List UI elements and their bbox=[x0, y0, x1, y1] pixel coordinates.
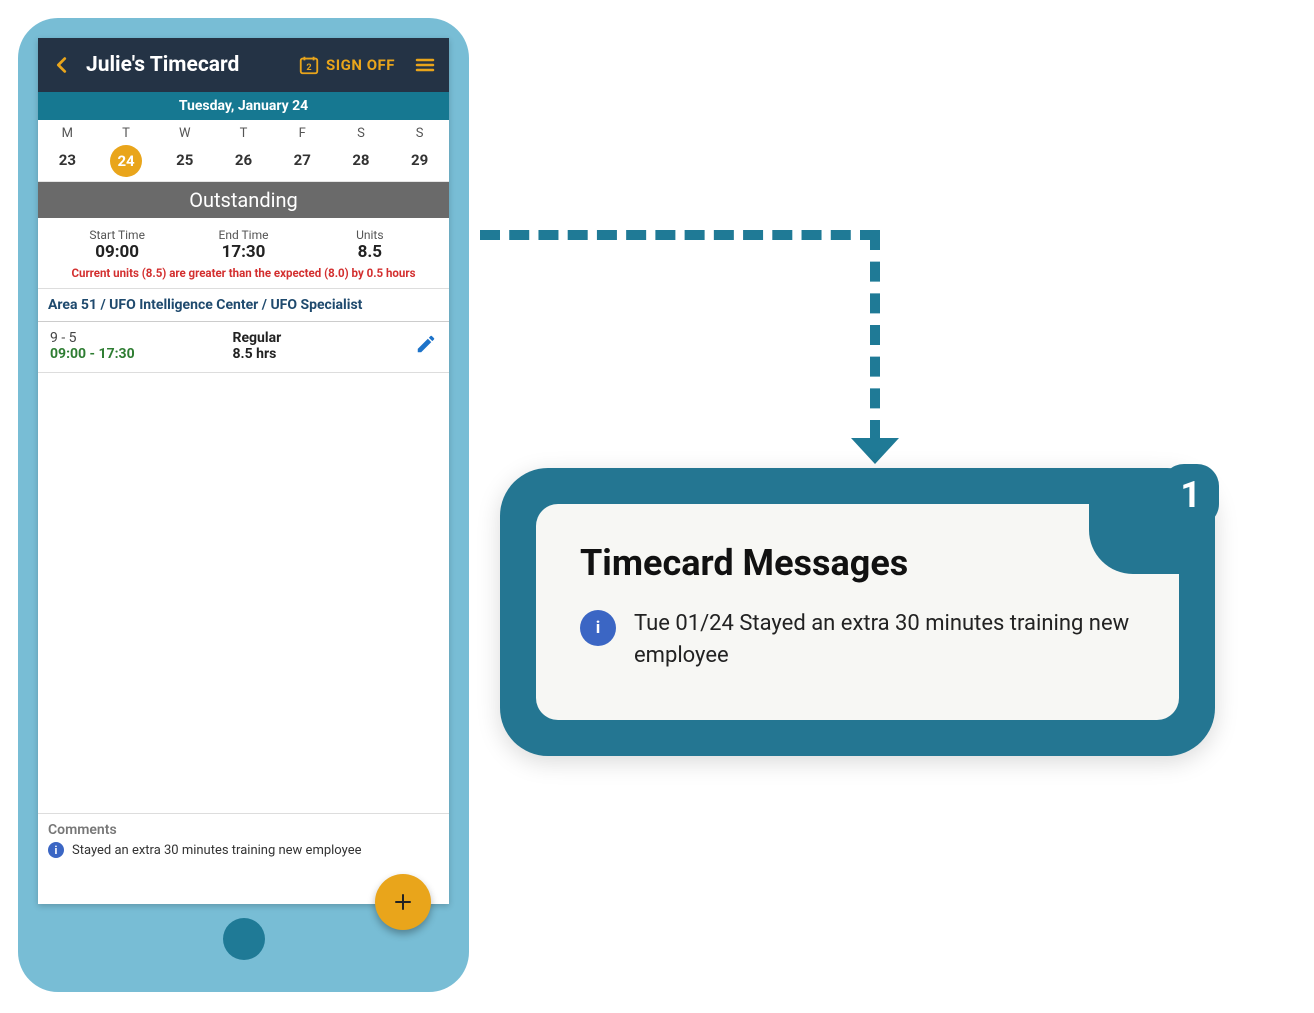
comments-section: Comments i Stayed an extra 30 minutes tr… bbox=[38, 813, 449, 904]
step-badge: 1 bbox=[1162, 464, 1219, 526]
connector-vertical bbox=[870, 230, 880, 440]
callout-title: Timecard Messages bbox=[580, 542, 1135, 584]
comment-text: Stayed an extra 30 minutes training new … bbox=[72, 843, 362, 858]
actual-time: 09:00 - 17:30 bbox=[50, 346, 227, 362]
back-button[interactable] bbox=[48, 51, 76, 79]
end-time-value: 17:30 bbox=[180, 242, 306, 262]
summary-row: Start Time09:00 End Time17:30 Units8.5 bbox=[38, 218, 449, 262]
message-row: i Tue 01/24 Stayed an extra 30 minutes t… bbox=[580, 608, 1135, 672]
phone-frame: Julie's Timecard 2 SIGN OFF Tuesday, Jan… bbox=[18, 18, 469, 992]
signoff-label: SIGN OFF bbox=[326, 56, 395, 74]
units-label: Units bbox=[307, 228, 433, 242]
app-header: Julie's Timecard 2 SIGN OFF bbox=[38, 38, 449, 92]
day-mon[interactable]: M23 bbox=[38, 126, 97, 177]
status-banner: Outstanding bbox=[38, 182, 449, 218]
comments-heading: Comments bbox=[48, 822, 439, 838]
callout-inner: Timecard Messages i Tue 01/24 Stayed an … bbox=[536, 504, 1179, 720]
shift-row: 9 - 5 09:00 - 17:30 Regular 8.5 hrs bbox=[38, 322, 449, 373]
day-wed[interactable]: W25 bbox=[155, 126, 214, 177]
day-sun[interactable]: S29 bbox=[390, 126, 449, 177]
plus-icon bbox=[391, 890, 415, 914]
phone-screen: Julie's Timecard 2 SIGN OFF Tuesday, Jan… bbox=[38, 38, 449, 904]
start-time-value: 09:00 bbox=[54, 242, 180, 262]
svg-text:2: 2 bbox=[306, 63, 311, 73]
day-thu[interactable]: T26 bbox=[214, 126, 273, 177]
home-button[interactable] bbox=[223, 918, 265, 960]
edit-shift-button[interactable] bbox=[415, 333, 437, 359]
pencil-icon bbox=[415, 333, 437, 355]
date-bar: Tuesday, January 24 bbox=[38, 92, 449, 120]
day-sat[interactable]: S28 bbox=[332, 126, 391, 177]
comment-row: i Stayed an extra 30 minutes training ne… bbox=[48, 842, 439, 858]
signoff-button[interactable]: 2 SIGN OFF bbox=[298, 54, 395, 76]
units-value: 8.5 bbox=[307, 242, 433, 262]
callout-box: Timecard Messages i Tue 01/24 Stayed an … bbox=[500, 468, 1215, 756]
info-icon: i bbox=[48, 842, 64, 858]
shift-hours: 8.5 hrs bbox=[233, 346, 410, 362]
add-button[interactable] bbox=[375, 874, 431, 930]
connector-horizontal bbox=[480, 230, 880, 240]
menu-button[interactable] bbox=[411, 51, 439, 79]
job-path: Area 51 / UFO Intelligence Center / UFO … bbox=[38, 289, 449, 322]
week-calendar: M23 T24 W25 T26 F27 S28 S29 bbox=[38, 120, 449, 182]
empty-area bbox=[38, 373, 449, 813]
start-time-label: Start Time bbox=[54, 228, 180, 242]
day-tue[interactable]: T24 bbox=[97, 126, 156, 177]
chevron-left-icon bbox=[51, 54, 73, 76]
info-icon: i bbox=[580, 610, 616, 646]
shift-type: Regular bbox=[233, 330, 410, 346]
day-fri[interactable]: F27 bbox=[273, 126, 332, 177]
scheduled-time: 9 - 5 bbox=[50, 330, 227, 346]
warning-text: Current units (8.5) are greater than the… bbox=[38, 262, 449, 289]
end-time-label: End Time bbox=[180, 228, 306, 242]
page-title: Julie's Timecard bbox=[86, 53, 288, 77]
arrow-down-icon bbox=[851, 438, 899, 464]
hamburger-icon bbox=[413, 53, 437, 77]
calendar-icon: 2 bbox=[298, 54, 320, 76]
message-text: Tue 01/24 Stayed an extra 30 minutes tra… bbox=[634, 608, 1135, 672]
